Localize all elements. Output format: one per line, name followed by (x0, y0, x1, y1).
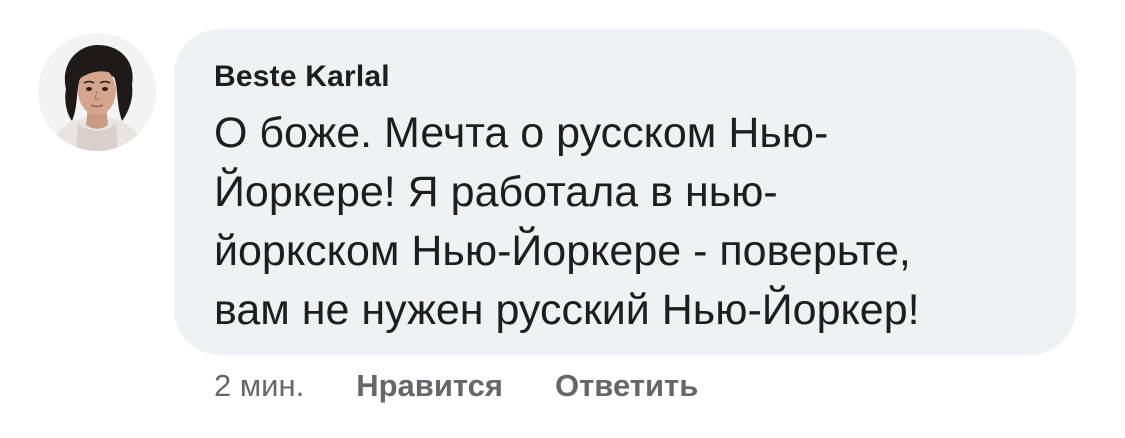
avatar-image (38, 33, 156, 151)
avatar[interactable] (38, 33, 156, 151)
comment-actions: 2 мин. Нравится Ответить (214, 364, 698, 408)
comment-timestamp[interactable]: 2 мин. (214, 368, 304, 404)
like-button[interactable]: Нравится (356, 368, 503, 404)
comment-text: О боже. Мечта о русском Нью- Йоркере! Я … (214, 109, 920, 334)
reply-button[interactable]: Ответить (555, 368, 698, 404)
comment-author[interactable]: Beste Karlal (214, 58, 1046, 96)
comment-bubble: Beste Karlal О боже. Мечта о русском Нью… (174, 29, 1076, 355)
